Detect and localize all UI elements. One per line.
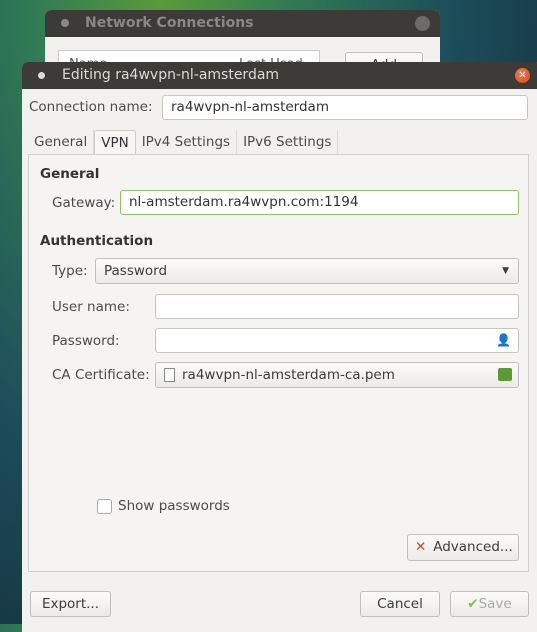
file-icon xyxy=(164,368,175,382)
network-connections-window: Network Connections NameLast Used Add xyxy=(45,10,440,70)
connection-name-label: Connection name: xyxy=(29,99,153,115)
back-titlebar: Network Connections xyxy=(45,10,440,37)
dialog-title: Editing ra4wvpn-nl-amsterdam xyxy=(62,67,280,83)
tab-general[interactable]: General xyxy=(28,130,95,155)
show-passwords-checkbox[interactable] xyxy=(97,499,112,514)
tab-bar: General VPN IPv4 Settings IPv6 Settings xyxy=(28,130,339,155)
general-heading: General xyxy=(40,166,100,182)
tab-vpn[interactable]: VPN xyxy=(94,130,136,155)
ca-certificate-label: CA Certificate: xyxy=(52,367,150,383)
password-label: Password: xyxy=(52,333,120,349)
advanced-label: Advanced... xyxy=(433,539,513,555)
password-input[interactable]: 👤 xyxy=(155,328,519,353)
dropdown-arrow-icon: ▼ xyxy=(502,266,509,276)
vpn-panel: General Gateway: nl-amsterdam.ra4wvpn.co… xyxy=(28,154,529,572)
ca-certificate-chooser[interactable]: ra4wvpn-nl-amsterdam-ca.pem xyxy=(155,362,519,388)
export-button[interactable]: Export... xyxy=(30,591,111,617)
window-icon xyxy=(38,72,45,79)
authentication-heading: Authentication xyxy=(40,233,154,249)
cancel-button[interactable]: Cancel xyxy=(360,591,440,617)
show-passwords-label[interactable]: Show passwords xyxy=(118,498,230,514)
close-icon[interactable] xyxy=(415,16,430,31)
folder-icon[interactable] xyxy=(498,368,512,381)
editing-dialog: Editing ra4wvpn-nl-amsterdam ✕ Connection… xyxy=(22,62,537,632)
username-label: User name: xyxy=(52,299,130,315)
close-icon[interactable]: ✕ xyxy=(515,68,530,83)
checkmark-icon: ✔ xyxy=(467,596,479,612)
gateway-label: Gateway: xyxy=(52,195,116,211)
gateway-input[interactable]: nl-amsterdam.ra4wvpn.com:1194 xyxy=(120,190,519,215)
window-icon xyxy=(61,19,69,27)
username-input[interactable] xyxy=(155,294,519,319)
tab-ipv6-settings[interactable]: IPv6 Settings xyxy=(237,130,339,155)
back-title: Network Connections xyxy=(85,15,254,31)
ca-file-name: ra4wvpn-nl-amsterdam-ca.pem xyxy=(182,367,395,383)
save-button[interactable]: ✔Save xyxy=(450,591,529,617)
connection-name-input[interactable]: ra4wvpn-nl-amsterdam xyxy=(162,95,528,120)
tab-ipv4-settings[interactable]: IPv4 Settings xyxy=(136,130,238,155)
save-label: Save xyxy=(478,596,512,612)
type-value: Password xyxy=(104,263,168,279)
type-label: Type: xyxy=(52,263,88,279)
type-combo[interactable]: Password ▼ xyxy=(95,258,519,284)
user-options-icon[interactable]: 👤 xyxy=(496,329,511,351)
dialog-titlebar: Editing ra4wvpn-nl-amsterdam ✕ xyxy=(22,62,537,89)
advanced-button[interactable]: ✕ Advanced... xyxy=(407,534,519,561)
tools-icon: ✕ xyxy=(415,539,427,555)
